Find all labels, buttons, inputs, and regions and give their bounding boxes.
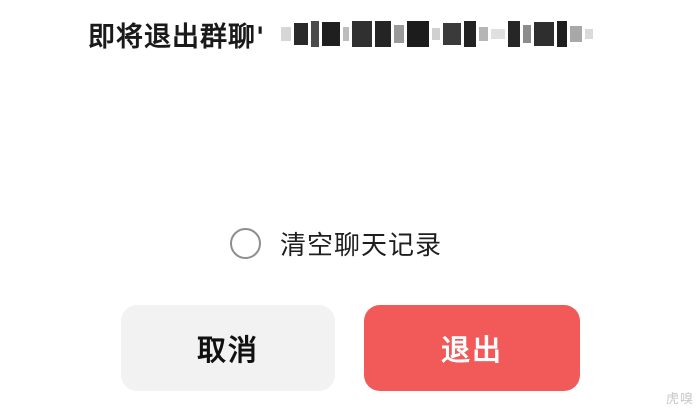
- clear-chat-history-option[interactable]: 清空聊天记录: [230, 224, 442, 262]
- exit-button[interactable]: 退出: [364, 305, 580, 391]
- clear-history-label: 清空聊天记录: [280, 230, 443, 261]
- redacted-group-name: [281, 12, 596, 56]
- watermark: 虎嗅: [665, 392, 694, 407]
- cancel-button[interactable]: 取消: [121, 305, 335, 391]
- dialog-title-row: 即将退出群聊': [88, 12, 596, 56]
- exit-group-dialog: 即将退出群聊' 清空聊天记录 取消 退出 虎嗅: [0, 0, 700, 411]
- clear-history-radio[interactable]: [230, 227, 261, 259]
- dialog-title: 即将退出群聊': [88, 21, 266, 53]
